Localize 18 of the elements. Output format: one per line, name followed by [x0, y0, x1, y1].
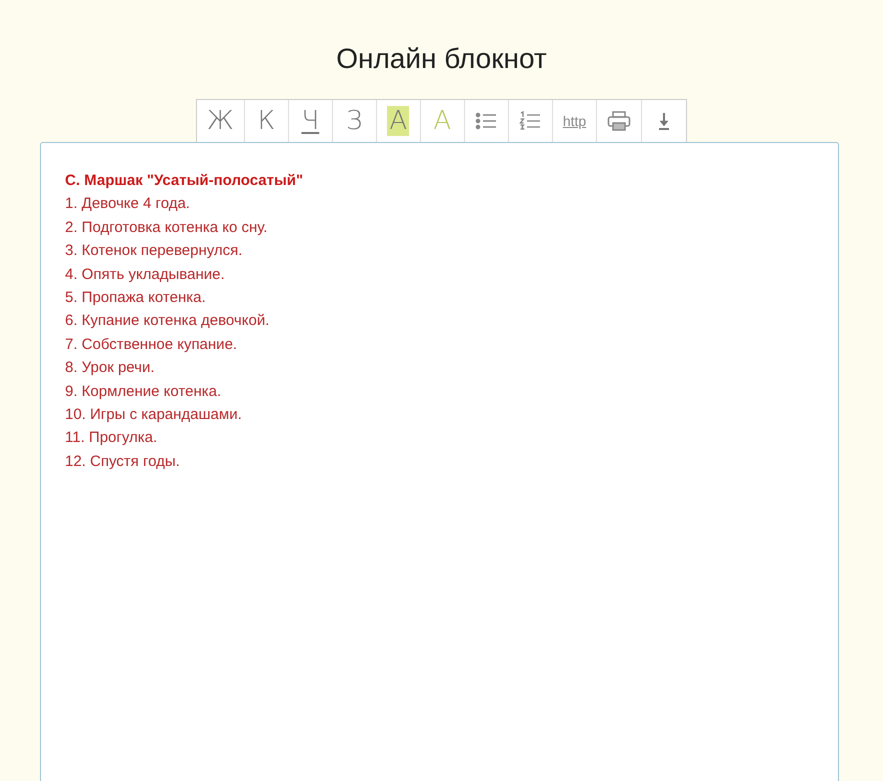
printer-icon [607, 111, 632, 131]
numbered-list-icon [519, 111, 542, 131]
note-line: 7. Собственное купание. [65, 334, 238, 355]
note-line: 3. Котенок перевернулся. [65, 241, 244, 262]
note-line: 5. Пропажа котенка. [65, 288, 207, 308]
note-line: 2. Подготовка котенка ко сну. [65, 218, 268, 238]
note-line: 12. Спустя годы. [65, 452, 181, 472]
note-line: 11. Прогулка. [65, 428, 158, 448]
note-heading: С. Маршак "Усатый-полосатый" [65, 171, 304, 191]
note-line: 9. Кормление котенка. [65, 382, 222, 402]
note-line: 10. Игры с карандашами. [65, 405, 243, 426]
page-title: Онлайн блокнот [336, 43, 547, 75]
note-line: 1. Девочке 4 года. [65, 194, 191, 214]
bullet-list-icon [475, 111, 498, 131]
download-icon [657, 111, 672, 131]
note-line: 6. Купание котенка девочкой. [65, 311, 270, 332]
note-line: 4. Опять укладывание. [65, 264, 226, 285]
note-line: 8. Урок речи. [65, 358, 156, 378]
